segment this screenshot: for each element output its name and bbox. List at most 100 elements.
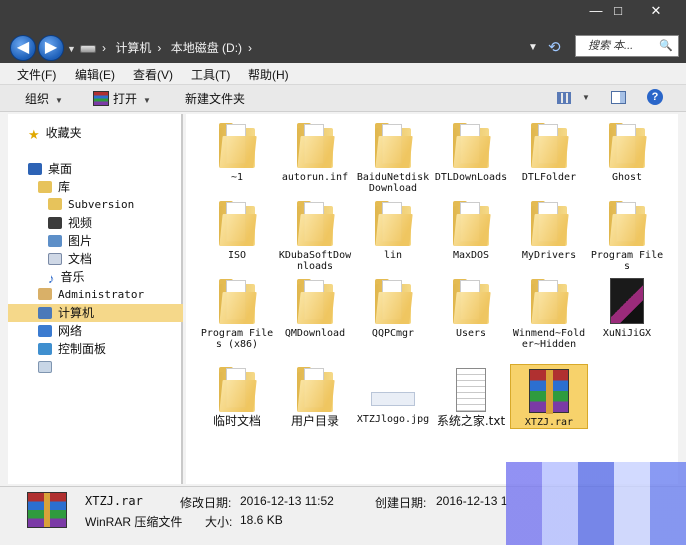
nav-item-subversion[interactable]: Subversion [48, 196, 134, 214]
text-file-icon [456, 368, 486, 412]
file-name: DTLFolder [521, 172, 577, 183]
chevron-down-icon: ▼ [143, 96, 151, 105]
nav-item-desktop[interactable]: 桌面 [28, 160, 72, 178]
file-name: ISO [227, 250, 247, 261]
nav-item-favorites[interactable]: ★ 收藏夹 [28, 124, 82, 142]
folder-icon [531, 122, 569, 168]
folder-icon [453, 278, 491, 324]
menu-view[interactable]: 查看(V) [133, 66, 173, 83]
file-item[interactable]: KDubaSoftDownloads [276, 198, 354, 272]
star-icon: ★ [28, 127, 40, 142]
file-item[interactable]: ISO [198, 198, 276, 261]
image-file-icon [371, 392, 415, 406]
nav-item-documents[interactable]: 文档 [48, 250, 92, 268]
menu-tools[interactable]: 工具(T) [191, 66, 230, 83]
recent-pages-dropdown-icon[interactable]: ▼ [67, 44, 76, 54]
open-label: 打开 [113, 92, 138, 106]
nav-item-administrator[interactable]: Administrator [38, 286, 144, 304]
file-name: KDubaSoftDownloads [278, 250, 352, 272]
file-name: 用户目录 [290, 414, 339, 428]
menu-edit[interactable]: 编辑(E) [75, 66, 115, 83]
folder-icon [219, 366, 257, 412]
folder-icon [297, 200, 335, 246]
nav-item-control-panel[interactable]: 控制面板 [38, 340, 106, 358]
help-icon[interactable]: ? [647, 89, 663, 105]
menu-help[interactable]: 帮助(H) [248, 66, 289, 83]
file-item[interactable]: Users [432, 276, 510, 339]
details-filetype: WinRAR 压缩文件 [85, 515, 183, 529]
folder-icon [453, 200, 491, 246]
menu-file[interactable]: 文件(F) [17, 66, 56, 83]
file-item[interactable]: Winmend~Folder~Hidden [510, 276, 588, 350]
file-item[interactable]: Ghost [588, 120, 666, 183]
file-item[interactable]: 临时文档 [198, 364, 276, 427]
file-list: ~1 autorun.inf BaiduNetdiskDownload DTLDown… [186, 114, 678, 484]
folder-icon [609, 122, 647, 168]
file-name: Winmend~Folder~Hidden [512, 328, 586, 350]
preview-pane-icon[interactable] [611, 91, 626, 104]
file-item[interactable]: MaxDOS [432, 198, 510, 261]
search-icon[interactable]: 🔍 [659, 36, 673, 56]
winrar-archive-icon [27, 492, 67, 528]
folder-icon [375, 122, 413, 168]
folder-icon [219, 278, 257, 324]
new-folder-button[interactable]: 新建文件夹 [185, 90, 245, 107]
nav-item-music[interactable]: ♪ 音乐 [48, 268, 85, 286]
nav-item-recycle-bin[interactable] [38, 358, 58, 376]
file-item[interactable]: MyDrivers [510, 198, 588, 261]
breadcrumb[interactable]: › 计算机 › 本地磁盘 (D:) › [80, 37, 520, 59]
pictures-icon [48, 235, 62, 247]
details-size-value: 18.6 KB [240, 513, 283, 527]
explorer-window: — □ ✕ ◀ ▶ ▼ › 计算机 › 本地磁盘 (D:) › ▼ ⟲ 搜索 本..… [0, 0, 686, 545]
file-name: XuNiJiGX [602, 328, 652, 339]
details-created-value: 2016-12-13 1 [436, 494, 508, 508]
documents-icon [48, 253, 62, 265]
file-item[interactable]: autorun.inf [276, 120, 354, 183]
file-item[interactable]: 用户目录 [276, 364, 354, 427]
folder-icon [297, 366, 335, 412]
address-dropdown-icon[interactable]: ▼ [528, 42, 538, 53]
file-item[interactable]: Program Files (x86) [198, 276, 276, 350]
file-item[interactable]: QMDownload [276, 276, 354, 339]
nav-item-computer[interactable]: 计算机 [8, 304, 183, 322]
nav-item-network[interactable]: 网络 [38, 322, 82, 340]
file-item[interactable]: XuNiJiGX [588, 276, 666, 339]
file-item[interactable]: XTZJ.rar [510, 364, 588, 429]
folder-icon [609, 200, 647, 246]
music-icon: ♪ [48, 271, 55, 286]
refresh-icon[interactable]: ⟲ [548, 38, 561, 56]
file-name: autorun.inf [281, 172, 349, 183]
folder-icon [297, 122, 335, 168]
file-item[interactable]: QQPCmgr [354, 276, 432, 339]
file-item[interactable]: lin [354, 198, 432, 261]
breadcrumb-computer[interactable]: 计算机 [115, 41, 151, 55]
file-item[interactable]: BaiduNetdiskDownload [354, 120, 432, 194]
file-item[interactable]: XTZJlogo.jpg [354, 364, 432, 425]
view-options-dropdown-icon[interactable]: ▼ [582, 93, 590, 102]
file-item[interactable]: ~1 [198, 120, 276, 183]
winrar-archive-icon [529, 369, 569, 414]
folder-icon [48, 198, 62, 210]
close-button[interactable]: ✕ [638, 0, 674, 24]
open-button[interactable]: 打开 ▼ [93, 90, 151, 107]
file-item[interactable]: DTLDownLoads [432, 120, 510, 183]
nav-item-pictures[interactable]: 图片 [48, 232, 92, 250]
back-button[interactable]: ◀ [10, 35, 36, 61]
file-name: Ghost [611, 172, 643, 183]
maximize-button[interactable]: □ [600, 0, 636, 24]
details-filename: XTZJ.rar [85, 494, 143, 508]
folder-icon [219, 200, 257, 246]
change-view-icon[interactable] [557, 92, 571, 104]
file-item[interactable]: 系统之家.txt [432, 364, 510, 427]
nav-item-video[interactable]: 视频 [48, 214, 92, 232]
breadcrumb-drive-d[interactable]: 本地磁盘 (D:) [171, 41, 242, 55]
title-bar: — □ ✕ [0, 0, 686, 30]
forward-button[interactable]: ▶ [38, 35, 64, 61]
file-item[interactable]: Program Files [588, 198, 666, 272]
details-size-label: 大小: [205, 515, 233, 529]
file-item[interactable]: DTLFolder [510, 120, 588, 183]
nav-item-library[interactable]: 库 [38, 178, 70, 196]
search-placeholder: 搜索 本... [588, 40, 634, 52]
organize-button[interactable]: 组织 ▼ [25, 90, 63, 107]
search-input[interactable]: 搜索 本... 🔍 [575, 35, 679, 57]
